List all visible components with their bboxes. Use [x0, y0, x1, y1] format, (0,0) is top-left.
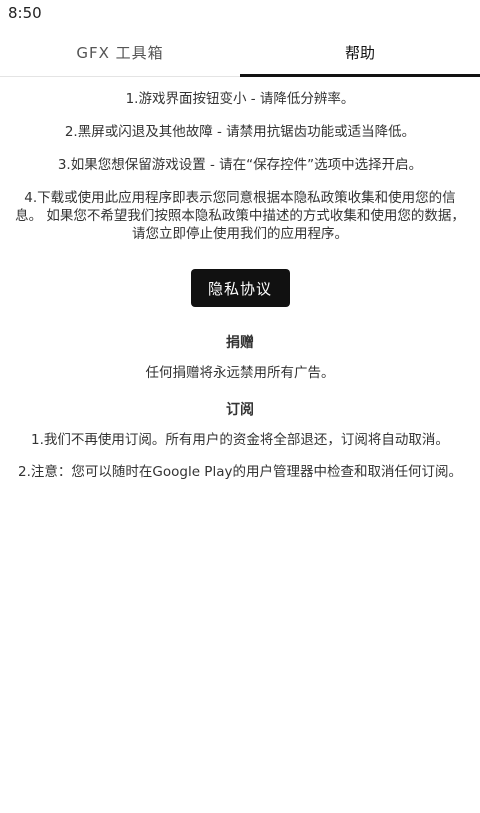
- donate-title: 捐赠: [226, 335, 254, 351]
- help-item-2: 2.黑屏或闪退及其他故障 - 请禁用抗锯齿功能或适当降低。: [64, 124, 416, 140]
- privacy-policy-button[interactable]: 隐私协议: [190, 269, 290, 307]
- donate-text: 任何捐赠将永远禁用所有广告。: [145, 365, 335, 381]
- privacy-button-wrap: 隐私协议: [14, 269, 466, 307]
- help-item-1: 1.游戏界面按钮变小 - 请降低分辨率。: [125, 91, 355, 107]
- tab-help[interactable]: 帮助: [240, 28, 480, 76]
- help-item-3: 3.如果您想保留游戏设置 - 请在“保存控件”选项中选择开启。: [57, 157, 423, 173]
- tab-bar: GFX 工具箱 帮助: [0, 28, 480, 77]
- tab-selected-indicator: [240, 74, 480, 77]
- tab-gfx-toolbox[interactable]: GFX 工具箱: [0, 28, 240, 76]
- subscription-item-1: 1.我们不再使用订阅。所有用户的资金将全部退还，订阅将自动取消。: [31, 432, 449, 448]
- subscription-title: 订阅: [226, 402, 254, 418]
- subscription-item-2: 2.注意：您可以随时在Google Play的用户管理器中检查和取消任何订阅。: [18, 464, 462, 480]
- status-time: 8:50: [8, 4, 42, 22]
- help-item-4: 4.下载或使用此应用程序即表示您同意根据本隐私政策收集和使用您的信息。 如果您不…: [15, 190, 465, 242]
- status-bar: 8:50: [0, 0, 480, 28]
- help-content: 1.游戏界面按钮变小 - 请降低分辨率。 2.黑屏或闪退及其他故障 - 请禁用抗…: [0, 80, 480, 496]
